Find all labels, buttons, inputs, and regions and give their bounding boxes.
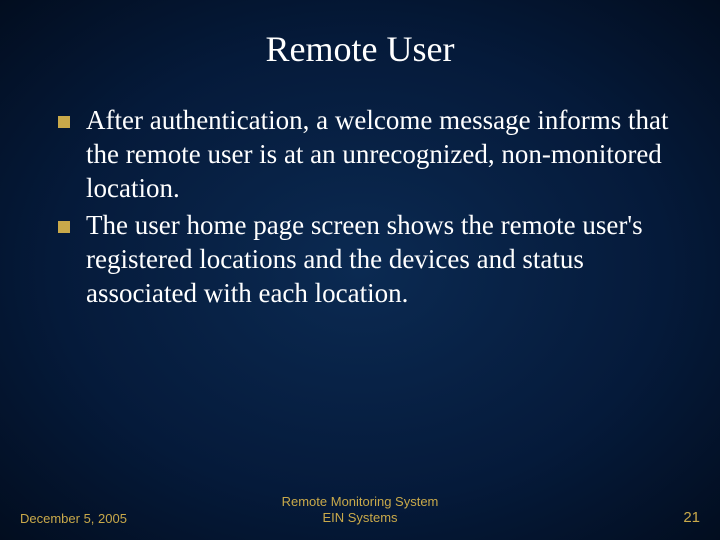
- bullet-item: After authentication, a welcome message …: [58, 104, 672, 205]
- bullet-text: After authentication, a welcome message …: [86, 104, 672, 205]
- slide-title: Remote User: [48, 28, 672, 70]
- slide-body: After authentication, a welcome message …: [48, 104, 672, 311]
- footer-center-line1: Remote Monitoring System: [282, 494, 439, 510]
- footer-page-number: 21: [683, 509, 700, 526]
- footer-center: Remote Monitoring System EIN Systems: [282, 494, 439, 527]
- square-bullet-icon: [58, 116, 70, 128]
- bullet-item: The user home page screen shows the remo…: [58, 209, 672, 310]
- footer-date: December 5, 2005: [20, 511, 127, 526]
- footer-center-line2: EIN Systems: [282, 510, 439, 526]
- slide-footer: December 5, 2005 Remote Monitoring Syste…: [0, 509, 720, 526]
- bullet-text: The user home page screen shows the remo…: [86, 209, 672, 310]
- slide: Remote User After authentication, a welc…: [0, 0, 720, 540]
- square-bullet-icon: [58, 221, 70, 233]
